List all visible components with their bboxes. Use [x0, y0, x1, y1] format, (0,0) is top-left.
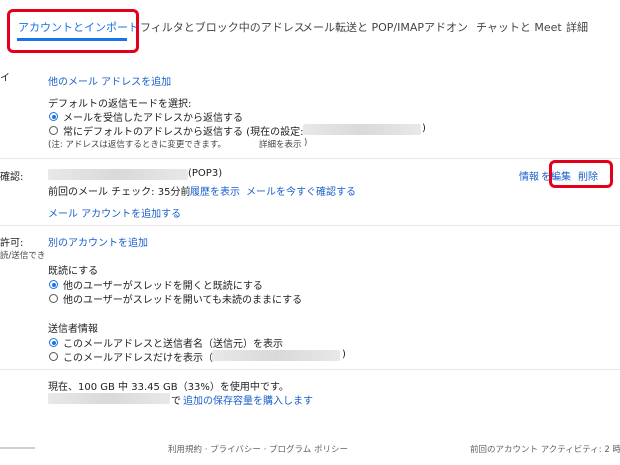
- redacted-address-only: [212, 350, 340, 361]
- row-label-fragment: イ: [0, 73, 10, 84]
- tab-forwarding-pop-imap[interactable]: メール転送と POP/IMAP: [302, 19, 424, 35]
- tab-filters[interactable]: フィルタとブロック中のアドレス: [140, 19, 305, 35]
- reply-note-close: ): [304, 138, 308, 148]
- show-address-only-radio[interactable]: [49, 352, 58, 361]
- pop3-account-suffix: (POP3): [188, 168, 223, 179]
- reply-from-default-radio[interactable]: [49, 126, 58, 135]
- reply-from-received-radio[interactable]: [49, 112, 58, 121]
- keep-unread-label: 他のユーザーがスレッドを開いても未読のままにする: [63, 295, 303, 306]
- tab-advanced[interactable]: 詳細: [566, 19, 588, 35]
- grant-access-row-desc: 読/送信でき: [0, 251, 46, 261]
- mark-read-on-open-label: 他のユーザーがスレッドを開くと既読にする: [63, 281, 263, 292]
- check-mail-row-label: 確認:: [0, 172, 24, 183]
- footer-policy-links[interactable]: 利用規約 · プライバシー · プログラム ポリシー: [168, 443, 348, 455]
- section-divider: [0, 225, 620, 226]
- account-info-link[interactable]: 情報: [519, 168, 539, 183]
- last-check-text: 前回のメール チェック: 35分前: [48, 187, 191, 198]
- last-account-activity: 前回のアカウント アクティビティ: 2 時: [470, 445, 620, 455]
- storage-usage-text: 現在、100 GB 中 33.45 GB（33%）を使用中です。: [48, 382, 289, 393]
- scrollbar[interactable]: [0, 447, 35, 449]
- highlight-box-tab: [7, 9, 139, 53]
- add-email-address-link[interactable]: 他のメール アドレスを追加: [48, 73, 171, 88]
- highlight-box-delete: [549, 160, 613, 188]
- show-address-and-name-radio[interactable]: [49, 338, 58, 347]
- view-history-link[interactable]: 履歴を表示: [190, 183, 240, 198]
- check-mail-now-link[interactable]: メールを今すぐ確認する: [246, 183, 356, 198]
- section-divider: [0, 158, 620, 159]
- reply-from-default-label: 常にデフォルトのアドレスから返信する (現在の設定:: [63, 127, 304, 138]
- reply-note-details-link[interactable]: 詳細を表示: [259, 138, 302, 150]
- keep-unread-radio[interactable]: [49, 294, 58, 303]
- section-divider: [0, 369, 620, 370]
- sender-info-title: 送信者情報: [48, 324, 98, 335]
- show-address-only-close: ): [342, 349, 346, 360]
- add-mail-account-link[interactable]: メール アカウントを追加する: [48, 205, 181, 220]
- redacted-pop-account: [48, 169, 188, 180]
- buy-storage-link[interactable]: 追加の保存容量を購入します: [183, 392, 313, 407]
- tab-chat-meet[interactable]: チャットと Meet: [476, 19, 562, 35]
- add-another-account-link[interactable]: 別のアカウントを追加: [48, 234, 148, 249]
- grant-access-row-label: 許可:: [0, 238, 24, 249]
- tab-addons[interactable]: アドオン: [424, 19, 468, 35]
- reply-from-received-label: メールを受信したアドレスから返信する: [63, 113, 243, 124]
- reply-mode-title: デフォルトの返信モードを選択:: [48, 99, 192, 110]
- mark-read-on-open-radio[interactable]: [49, 280, 58, 289]
- storage-by-text: で: [171, 396, 181, 407]
- mark-read-title: 既読にする: [48, 266, 99, 277]
- show-address-and-name-label: このメールアドレスと送信者名（送信元）を表示: [63, 339, 283, 350]
- redacted-storage-account: [48, 393, 170, 404]
- show-address-only-label: このメールアドレスだけを表示（: [63, 353, 213, 364]
- redacted-default-address: [303, 124, 421, 135]
- reply-note: (注: アドレスは返信するときに変更できます。: [48, 140, 227, 150]
- reply-from-default-close: ): [422, 123, 426, 134]
